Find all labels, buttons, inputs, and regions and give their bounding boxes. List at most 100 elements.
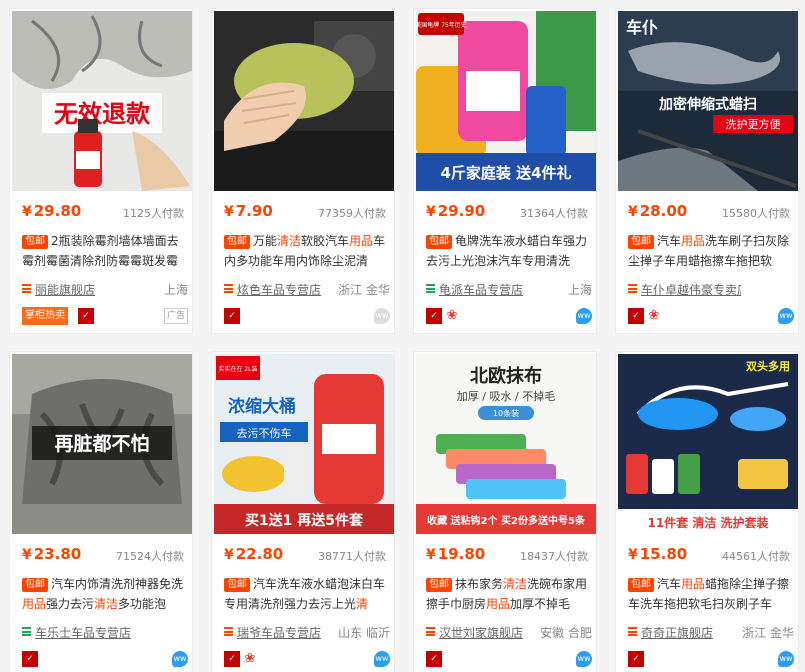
- icons-row: ✓ ww: [628, 650, 794, 668]
- keyword-highlight: 清: [356, 597, 369, 611]
- product-title[interactable]: 包邮 汽车内饰清洗剂神器免洗用品强力去污清洁多功能泡: [22, 574, 188, 614]
- svg-text:浓缩大桶: 浓缩大桶: [228, 396, 296, 417]
- product-image[interactable]: [214, 11, 394, 191]
- shop-row: 龟派车品专营店 上海: [426, 279, 592, 299]
- shop-icon: [224, 284, 233, 293]
- product-image[interactable]: 4斤家庭装 送4件礼 美国龟牌 75年历史: [416, 11, 596, 191]
- product-title[interactable]: 包邮 龟牌洗车液水蜡白车强力去污上光泡沫汽车专用清洗: [426, 231, 592, 271]
- product-title[interactable]: 包邮 汽车用品洗车刷子扫灰除尘掸子车用蜡拖擦车拖把软: [628, 231, 794, 271]
- shop-name-link[interactable]: 龟派车品专营店: [439, 281, 523, 298]
- svg-text:实实在在 2L装: 实实在在 2L装: [218, 365, 257, 373]
- product-image[interactable]: 实实在在 2L装 浓缩大桶 去污不伤车 买1送1 再送5件套: [214, 354, 394, 534]
- svg-text:双头多用: 双头多用: [746, 359, 790, 373]
- product-card[interactable]: ¥7.90 77359人付款 包邮 万能清洁软胶汽车用品车内多功能车用内饰除尘泥清…: [211, 8, 395, 334]
- sales-count: 1125人付款: [123, 207, 184, 220]
- price: ¥22.80: [224, 545, 284, 563]
- product-title[interactable]: 包邮 抹布家务清洁洗碗布家用擦手巾厨房用品加厚不掉毛: [426, 574, 592, 614]
- product-card[interactable]: 4斤家庭装 送4件礼 美国龟牌 75年历史 ¥29.90 31364人付款 包邮…: [413, 8, 597, 334]
- keyword-highlight: 清洁: [277, 234, 302, 248]
- svg-text:11件套 清洁 洗护套装: 11件套 清洁 洗护套装: [647, 515, 768, 530]
- svg-text:10条装: 10条装: [493, 408, 519, 418]
- svg-text:无效退款: 无效退款: [54, 100, 151, 128]
- product-card[interactable]: 双头多用 11件套 清洁 洗护套装 ¥15.80 44561人付款 包邮 汽车用品…: [615, 351, 799, 672]
- gold-seller-icon: ❀: [446, 308, 458, 323]
- svg-text:加密伸缩式蜡扫: 加密伸缩式蜡扫: [658, 96, 757, 113]
- price-row: ¥19.80 18437人付款: [426, 545, 588, 569]
- icons-row: ✓ ww: [22, 650, 188, 668]
- free-shipping-tag: 包邮: [22, 578, 48, 592]
- svg-text:北欧抹布: 北欧抹布: [470, 365, 542, 387]
- title-text: 多功能泡: [118, 597, 167, 611]
- wangwang-chat-icon[interactable]: ww: [374, 308, 390, 324]
- product-card[interactable]: 北欧抹布 加厚 / 吸水 / 不掉毛 10条装 收藏 送粘钩2个 买2份多送中号…: [413, 351, 597, 672]
- product-image[interactable]: 北欧抹布 加厚 / 吸水 / 不掉毛 10条装 收藏 送粘钩2个 买2份多送中号…: [416, 354, 596, 534]
- free-shipping-tag: 包邮: [628, 578, 654, 592]
- keyword-highlight: 用品: [681, 577, 706, 591]
- free-shipping-tag: 包邮: [224, 578, 250, 592]
- shop-name-link[interactable]: 炫色车品专营店: [237, 281, 321, 298]
- wangwang-chat-icon[interactable]: ww: [576, 651, 592, 667]
- product-image[interactable]: 无效退款: [12, 11, 192, 191]
- sales-count: 44561人付款: [722, 550, 790, 563]
- shop-icon: [426, 627, 435, 636]
- free-shipping-tag: 包邮: [628, 235, 654, 249]
- price: ¥19.80: [426, 545, 486, 563]
- product-image[interactable]: 车仆 加密伸缩式蜡扫 洗护更方便: [618, 11, 798, 191]
- tmall-icon: ✓: [628, 651, 644, 667]
- shop-row: 车仆卓越伟豪专卖店: [628, 279, 794, 299]
- product-card[interactable]: 无效退款 ¥29.80 1125人付款 包邮 2瓶装除霉剂墙体墙面去霉剂霉菌清除剂…: [9, 8, 193, 334]
- tmall-icon: ✓: [224, 651, 240, 667]
- product-card[interactable]: 再脏都不怕 ¥23.80 71524人付款 包邮 汽车内饰清洗剂神器免洗用品强力去…: [9, 351, 193, 672]
- shop-icon: [628, 284, 637, 293]
- icons-row: ✓ ❀ ww: [224, 650, 390, 668]
- shop-row: 汉世刘家旗舰店 安徽 合肥: [426, 622, 592, 642]
- free-shipping-tag: 包邮: [224, 235, 250, 249]
- svg-text:车仆: 车仆: [626, 18, 658, 37]
- price-row: ¥23.80 71524人付款: [22, 545, 184, 569]
- hot-sale-tag: 掌柜热卖: [22, 307, 68, 325]
- tmall-icon: ✓: [78, 308, 94, 324]
- price-row: ¥15.80 44561人付款: [628, 545, 790, 569]
- product-card[interactable]: 车仆 加密伸缩式蜡扫 洗护更方便 ¥28.00 15580人付款 包邮 汽车用品洗…: [615, 8, 799, 334]
- shop-row: 奇奇正旗舰店 浙江 金华: [628, 622, 794, 642]
- price-row: ¥28.00 15580人付款: [628, 202, 790, 226]
- product-title[interactable]: 包邮 万能清洁软胶汽车用品车内多功能车用内饰除尘泥清: [224, 231, 390, 271]
- shop-icon: [224, 627, 233, 636]
- shop-name-link[interactable]: 车仆卓越伟豪专卖店: [641, 281, 741, 298]
- wangwang-chat-icon[interactable]: ww: [778, 308, 794, 324]
- location: 山东 临沂: [338, 626, 390, 640]
- shop-name-link[interactable]: 瑞爷车品专营店: [237, 624, 321, 641]
- price: ¥29.80: [22, 202, 82, 220]
- title-text: 汽车: [657, 234, 682, 248]
- ad-label: 广告: [163, 308, 188, 324]
- svg-text:买1送1 再送5件套: 买1送1 再送5件套: [245, 512, 363, 529]
- gold-seller-icon: ❀: [244, 651, 256, 666]
- keyword-highlight: 用品: [681, 234, 706, 248]
- shop-name-link[interactable]: 车乐士车品专营店: [35, 624, 131, 641]
- svg-text:加厚 / 吸水 / 不掉毛: 加厚 / 吸水 / 不掉毛: [457, 389, 555, 403]
- wangwang-chat-icon[interactable]: ww: [374, 651, 390, 667]
- wangwang-chat-icon[interactable]: ww: [172, 651, 188, 667]
- location: 安徽 合肥: [540, 626, 592, 640]
- product-image[interactable]: 再脏都不怕: [12, 354, 192, 534]
- price: ¥7.90: [224, 202, 273, 220]
- svg-text:4斤家庭装 送4件礼: 4斤家庭装 送4件礼: [440, 164, 571, 182]
- shop-name-link[interactable]: 汉世刘家旗舰店: [439, 624, 523, 641]
- product-card[interactable]: 实实在在 2L装 浓缩大桶 去污不伤车 买1送1 再送5件套 ¥22.80 38…: [211, 351, 395, 672]
- product-title[interactable]: 包邮 汽车洗车液水蜡泡沫白车专用清洗剂强力去污上光清: [224, 574, 390, 614]
- wangwang-chat-icon[interactable]: ww: [778, 651, 794, 667]
- price: ¥29.90: [426, 202, 486, 220]
- shop-name-link[interactable]: 奇奇正旗舰店: [641, 624, 713, 641]
- sales-count: 15580人付款: [722, 207, 790, 220]
- wangwang-chat-icon[interactable]: ww: [576, 308, 592, 324]
- tmall-icon: ✓: [22, 651, 38, 667]
- product-title[interactable]: 包邮 汽车用品蜡拖除尘掸子擦车洗车拖把软毛扫灰刷子车: [628, 574, 794, 614]
- shop-row: 车乐士车品专营店: [22, 622, 188, 642]
- keyword-highlight: 清洁: [94, 597, 119, 611]
- shop-row: 瑞爷车品专营店 山东 临沂: [224, 622, 390, 642]
- product-image[interactable]: 双头多用 11件套 清洁 洗护套装: [618, 354, 798, 534]
- price: ¥23.80: [22, 545, 82, 563]
- title-text: 软胶汽车: [301, 234, 350, 248]
- shop-name-link[interactable]: 丽能旗舰店: [35, 281, 95, 298]
- product-title[interactable]: 包邮 2瓶装除霉剂墙体墙面去霉剂霉菌清除剂防霉霉斑发霉: [22, 231, 188, 271]
